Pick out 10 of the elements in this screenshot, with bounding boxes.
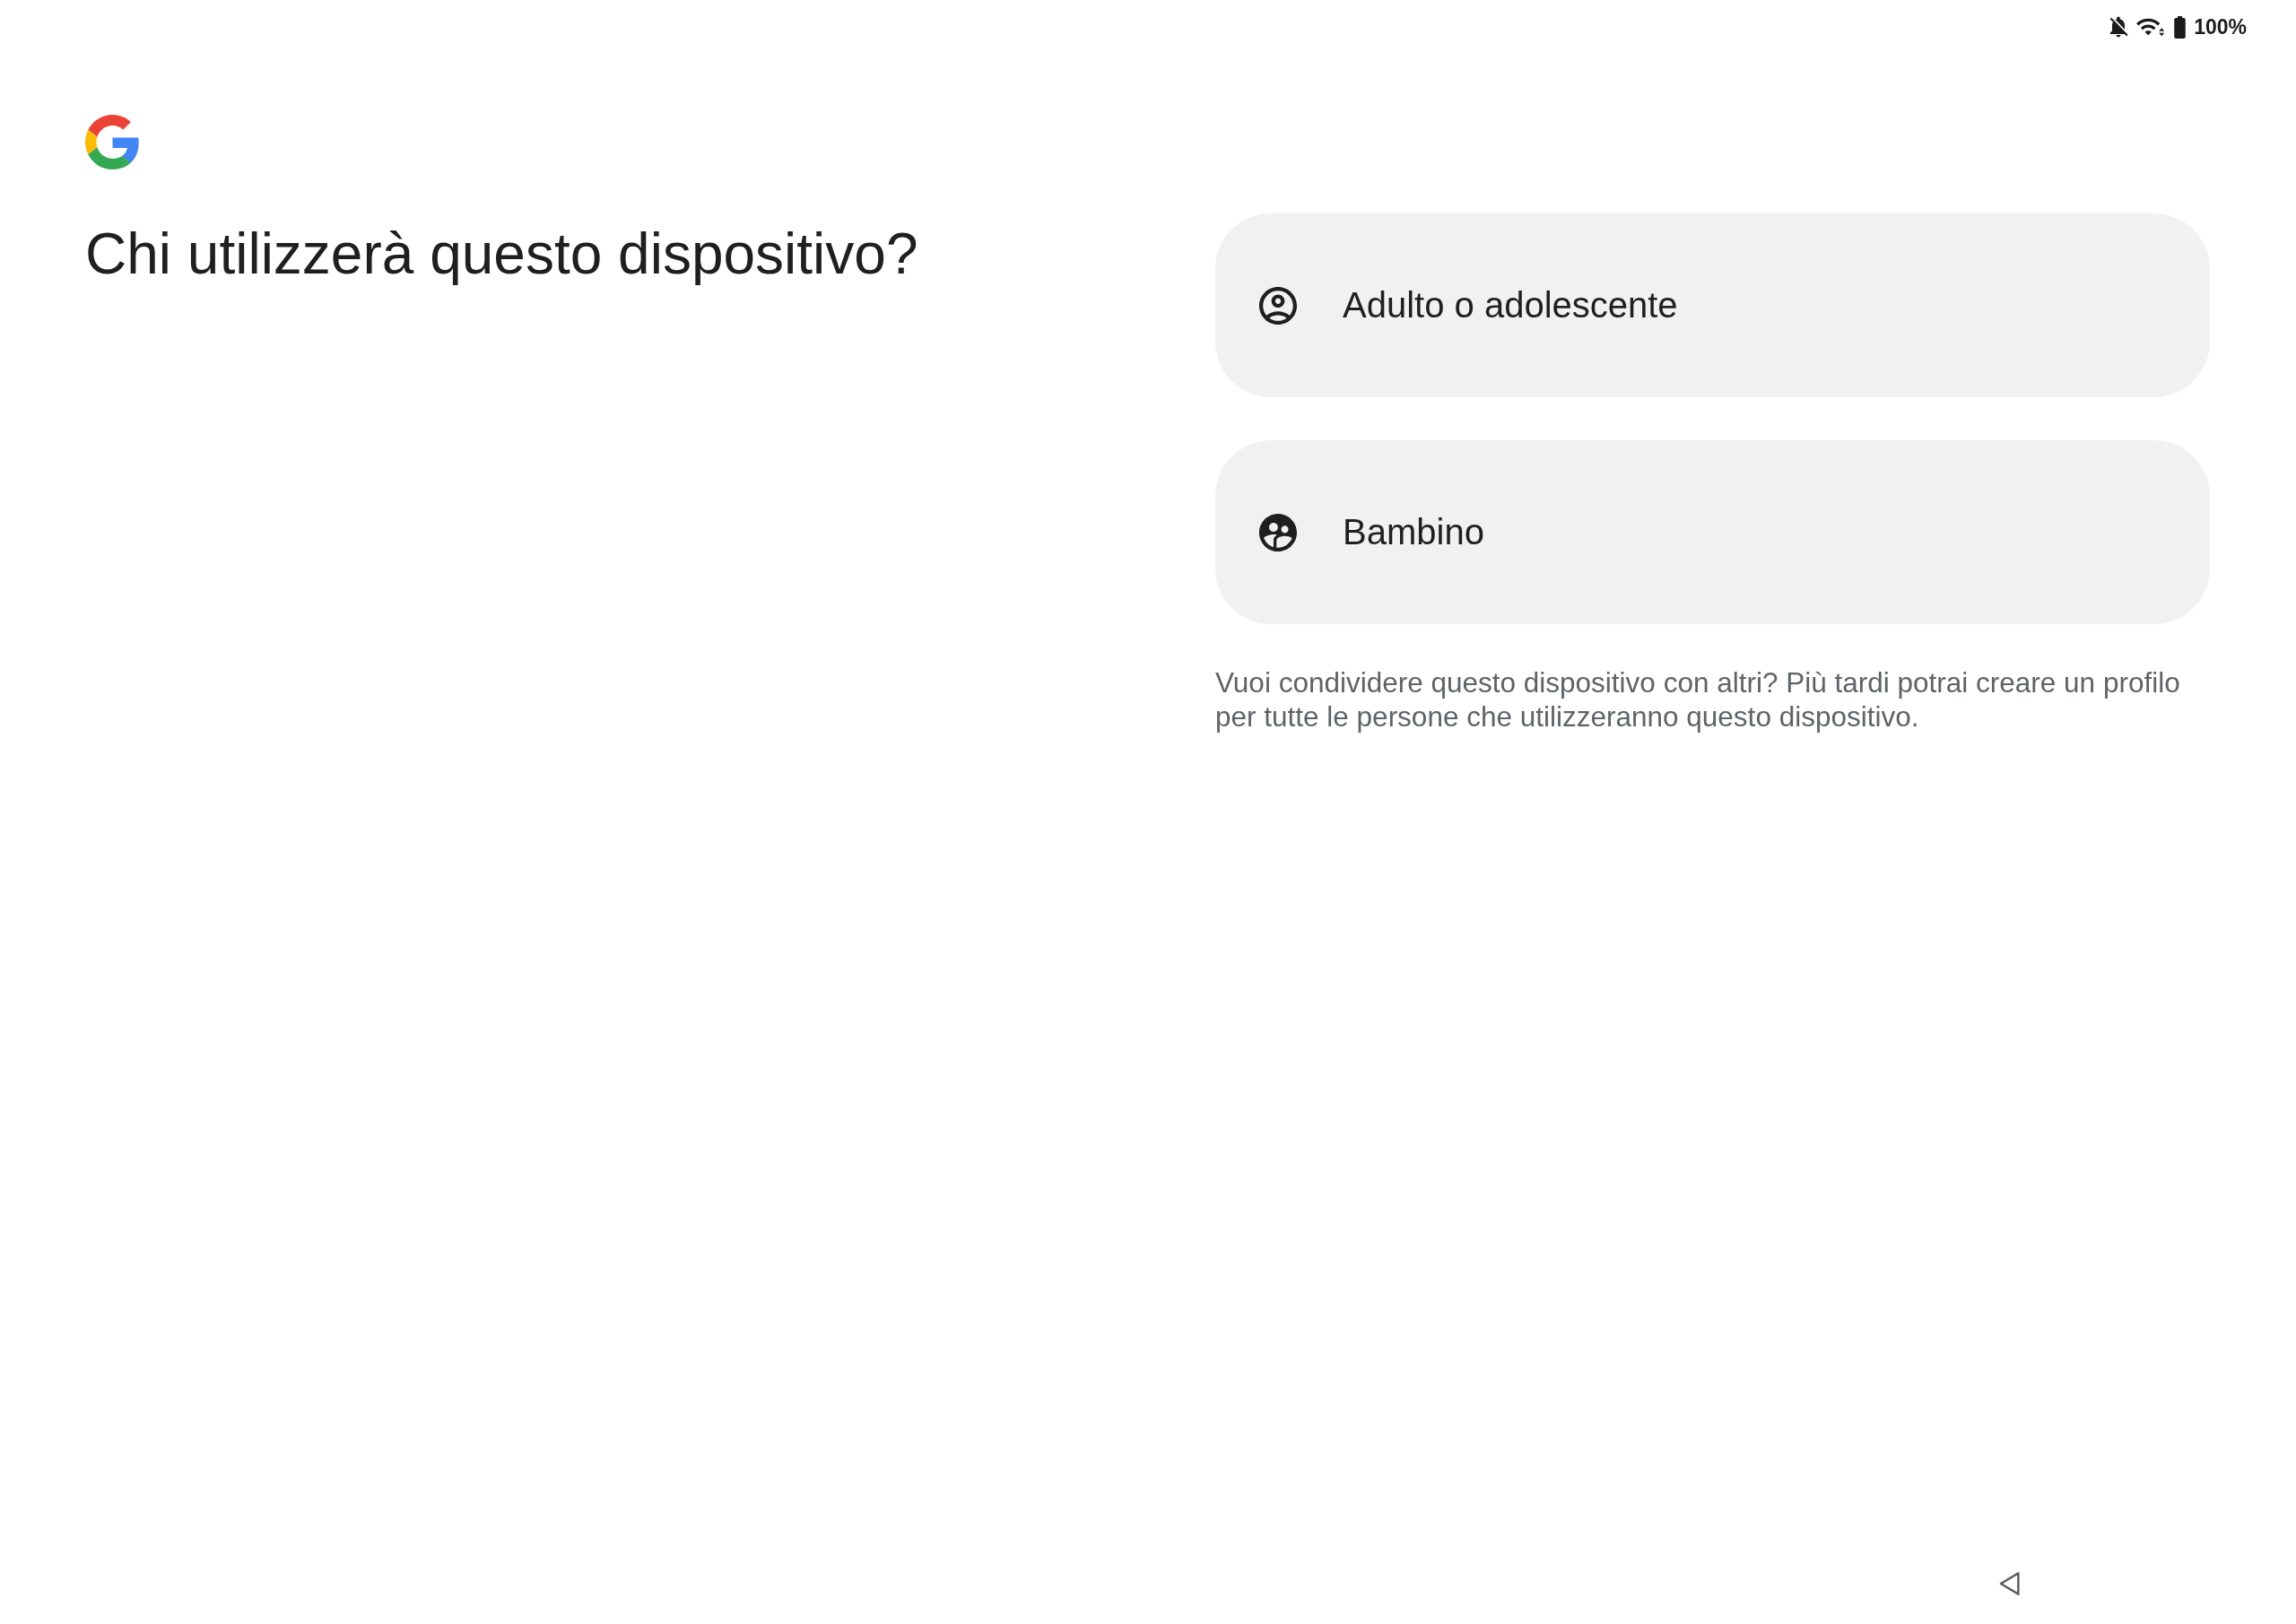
battery-percentage: 100% (2194, 16, 2247, 38)
page-title: Chi utilizzerà questo dispositivo? (85, 221, 918, 288)
option-button[interactable]: Bambino (1215, 440, 2210, 624)
option-button[interactable]: Adulto o adolescente (1215, 213, 2210, 397)
battery-icon (2174, 15, 2187, 39)
info-text: Vuoi condividere questo dispositivo con altri? Più tardi potrai creare un profilo per tutte le persone che utilizzeranno questo dispositivo. (1215, 665, 2181, 734)
wifi-icon (2136, 16, 2167, 38)
bell-slash-icon (2109, 16, 2129, 38)
g-logo (85, 115, 140, 169)
back-icon[interactable] (1997, 1571, 2022, 1596)
